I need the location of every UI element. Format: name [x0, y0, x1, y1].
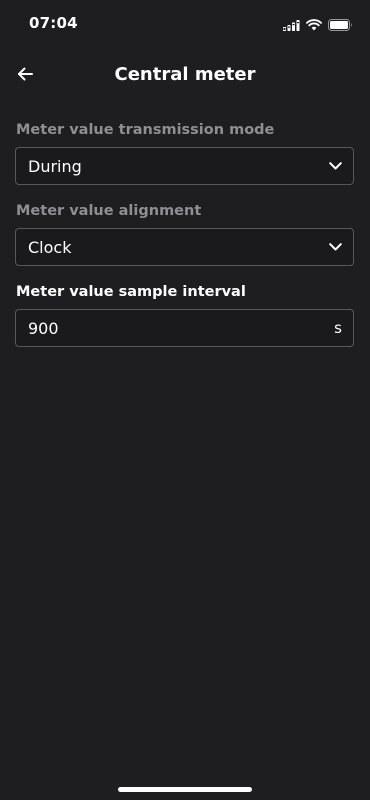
page-title: Central meter [114, 64, 256, 85]
transmission-mode-value: During [28, 156, 82, 176]
chevron-down-icon [328, 240, 342, 254]
settings-form: Meter value transmission mode During Met… [15, 122, 355, 365]
sample-interval-input[interactable]: 900 s [15, 309, 354, 347]
alignment-select[interactable]: Clock [15, 228, 354, 266]
status-icons [283, 16, 353, 35]
status-bar: 07:04 [0, 0, 370, 46]
battery-icon [328, 16, 353, 35]
cellular-signal-icon [283, 16, 300, 35]
header: Central meter [0, 56, 370, 96]
sample-interval-label: Meter value sample interval [16, 284, 246, 300]
home-indicator[interactable] [118, 787, 252, 792]
sample-interval-unit: s [334, 319, 342, 337]
wifi-icon [306, 16, 322, 35]
sample-interval-value: 900 [28, 318, 59, 338]
alignment-label: Meter value alignment [16, 203, 202, 219]
status-time: 07:04 [29, 14, 78, 32]
alignment-value: Clock [28, 237, 72, 257]
screen: 07:04 Central meter Meter value transmis… [0, 0, 370, 800]
transmission-mode-select[interactable]: During [15, 147, 354, 185]
transmission-mode-label: Meter value transmission mode [16, 122, 275, 138]
chevron-down-icon [328, 159, 342, 173]
